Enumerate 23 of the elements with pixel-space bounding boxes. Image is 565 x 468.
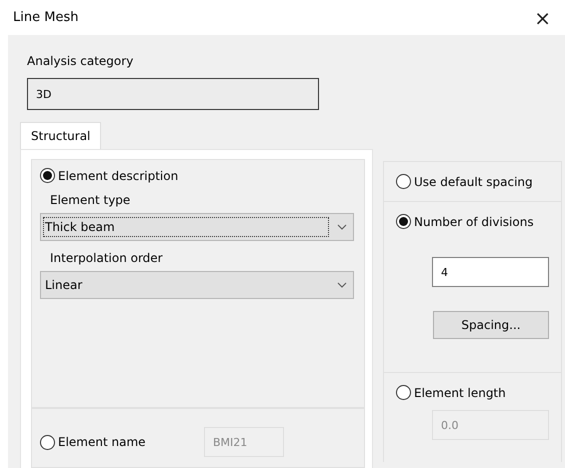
radio-label: Element description xyxy=(58,168,178,182)
spacing-button[interactable]: Spacing... xyxy=(433,311,549,339)
chevron-down-icon xyxy=(337,224,347,230)
radio-button[interactable] xyxy=(396,214,411,229)
radio-label: Use default spacing xyxy=(414,174,533,188)
spacing-option[interactable]: Number of divisions xyxy=(396,214,561,229)
chevron-down-icon xyxy=(337,282,347,288)
radio-label: Element name xyxy=(58,435,146,449)
element-type-dropdown[interactable]: Thick beam xyxy=(40,213,354,241)
interpolation-order-dropdown[interactable]: Linear xyxy=(40,271,354,299)
close-button[interactable]: × xyxy=(530,6,555,30)
window-title: Line Mesh xyxy=(13,10,78,25)
field-label: Element type xyxy=(50,193,132,207)
radio-button[interactable] xyxy=(396,174,411,189)
analysis-category-field[interactable]: 3D xyxy=(27,78,319,110)
number-field[interactable]: 4 xyxy=(432,257,549,287)
element-description-option[interactable]: Element description xyxy=(40,168,354,183)
tab[interactable]: Structural xyxy=(20,122,102,149)
field-label: Analysis category xyxy=(27,54,134,68)
field-label: Interpolation order xyxy=(50,251,164,265)
radio-label: Number of divisions xyxy=(414,214,534,228)
radio-button[interactable] xyxy=(40,168,55,183)
radio-label: Element length xyxy=(414,386,506,400)
